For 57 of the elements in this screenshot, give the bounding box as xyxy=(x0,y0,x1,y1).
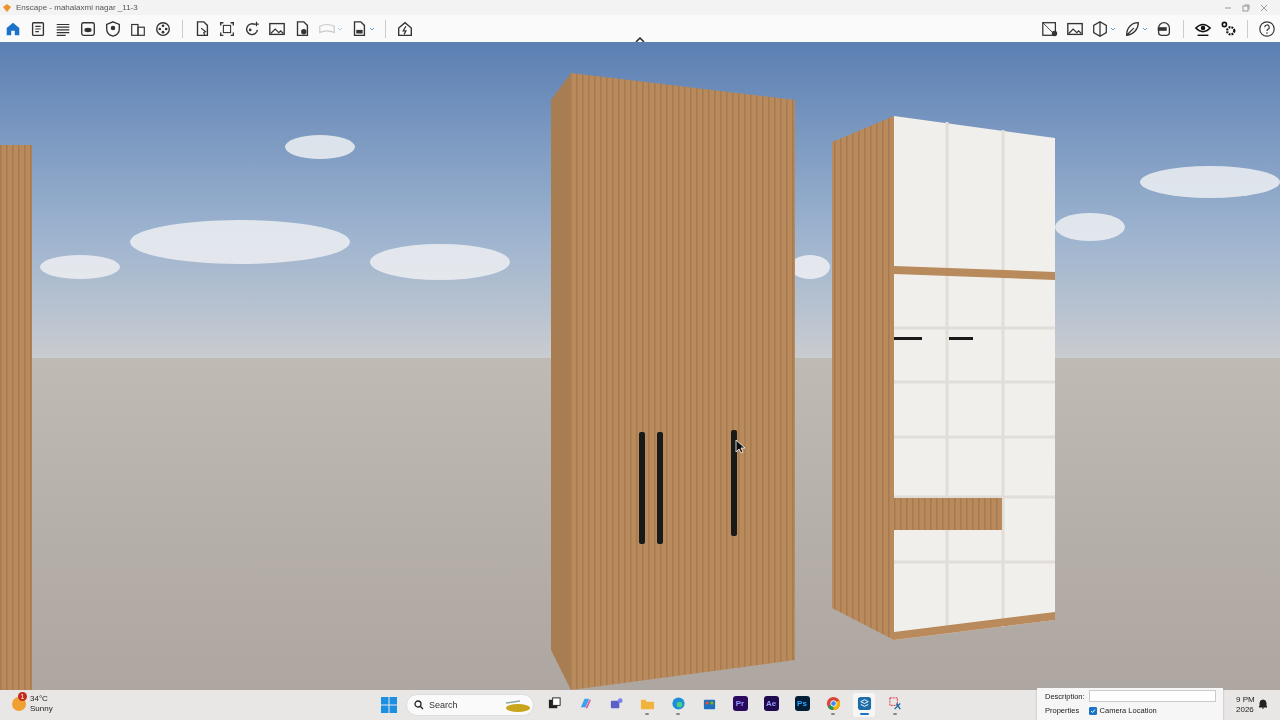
running-indicator xyxy=(676,712,680,715)
chrome-icon xyxy=(825,695,841,711)
after-effects-icon: Ae xyxy=(763,695,779,711)
document-icon xyxy=(29,19,47,38)
description-field[interactable] xyxy=(1088,690,1216,702)
search-icon xyxy=(414,700,424,710)
teams-icon xyxy=(608,695,624,711)
task-view-icon xyxy=(546,695,562,711)
notification-bell-icon[interactable] xyxy=(1258,698,1268,709)
feather-icon xyxy=(1123,19,1141,38)
eye-window-icon xyxy=(79,19,97,38)
taskbar-app-button[interactable]: Ae xyxy=(760,693,782,717)
toolbar-button[interactable] xyxy=(154,19,172,38)
snipping-tool-icon xyxy=(887,695,903,711)
settings-icon xyxy=(1219,19,1237,38)
taskbar-app-button[interactable]: Ps xyxy=(791,693,813,717)
weather-sun-icon[interactable] xyxy=(12,697,26,711)
windows-start-icon[interactable] xyxy=(381,697,397,713)
browser-icon xyxy=(670,695,686,711)
cube-icon xyxy=(1091,19,1109,38)
weather-condition[interactable]: Sunny xyxy=(30,704,53,714)
image-frame-icon xyxy=(218,19,236,38)
running-indicator xyxy=(893,712,897,715)
caret-icon xyxy=(1110,25,1116,32)
toolbar-button[interactable] xyxy=(29,19,47,38)
toolbar-button[interactable] xyxy=(396,19,414,38)
toolbar-button[interactable] xyxy=(104,19,122,38)
mouse-cursor-icon xyxy=(735,439,745,454)
caret-icon xyxy=(369,25,375,32)
window-title: Enscape - mahalaxmi nagar _11-3 xyxy=(16,3,138,12)
toolbar-button[interactable] xyxy=(1091,19,1116,38)
close-icon[interactable] xyxy=(1260,3,1268,12)
premiere-icon: Pr xyxy=(732,695,748,711)
enscape-app-icon xyxy=(856,695,872,711)
taskbar-app-button[interactable]: Pr xyxy=(729,693,751,717)
taskbar-search-field[interactable]: Search xyxy=(406,694,534,716)
house-lightning-icon xyxy=(396,19,414,38)
toolbar-button[interactable] xyxy=(1219,19,1237,38)
clock-time[interactable]: 9 PM xyxy=(1236,695,1255,705)
shield-icon xyxy=(104,19,122,38)
film-reel-icon xyxy=(154,19,172,38)
caret-icon xyxy=(337,25,343,32)
toolbar-button[interactable] xyxy=(1258,19,1276,38)
clock-date[interactable]: 2026 xyxy=(1236,705,1255,715)
running-indicator xyxy=(859,712,869,715)
app-logo-icon xyxy=(2,2,12,13)
toolbar-button[interactable] xyxy=(218,19,236,38)
toolbar-button[interactable] xyxy=(1123,19,1148,38)
collapse-chevron-icon[interactable] xyxy=(634,36,646,43)
running-indicator xyxy=(831,712,835,715)
help-icon xyxy=(1258,19,1276,38)
toolbar-button[interactable] xyxy=(79,19,97,38)
weather-temperature[interactable]: 34°C xyxy=(30,694,53,704)
camera-location-checkbox[interactable] xyxy=(1088,706,1097,715)
photoshop-icon: Ps xyxy=(794,695,810,711)
caret-icon xyxy=(1142,25,1148,32)
running-indicator xyxy=(645,712,649,715)
